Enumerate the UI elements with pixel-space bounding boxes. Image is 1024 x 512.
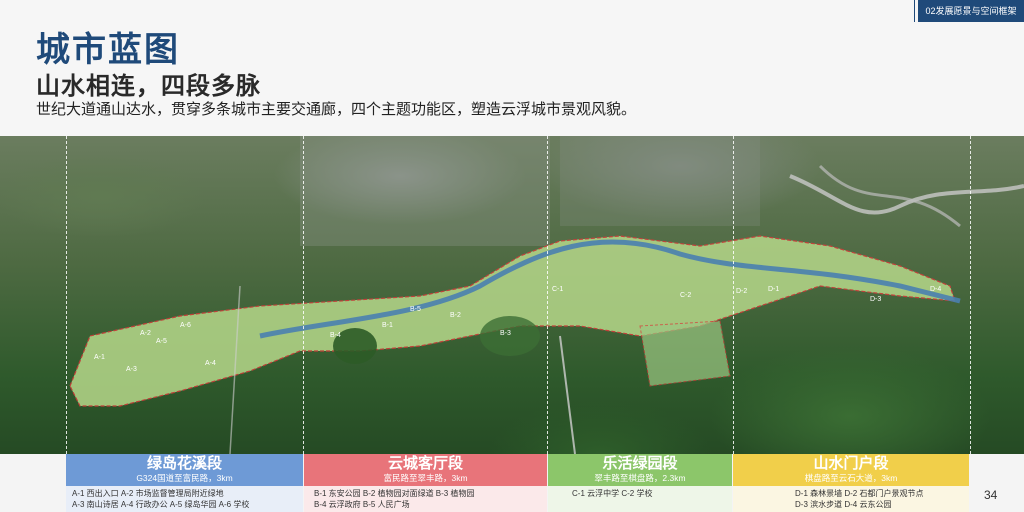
- segment-name: 乐活绿园段: [602, 455, 678, 472]
- header: 02发展愿景与空间框架 城市蓝图 山水相连，四段多脉 世纪大道通山达水，贯穿多条…: [0, 0, 1024, 136]
- segment-name: 云城客厅段: [387, 455, 463, 472]
- segment-header-4: 山水门户段 棋盘路至云石大道，3km: [733, 454, 969, 486]
- segment-items-1: A-1 西出入口 A-2 市场监督管理局附近绿地 A-3 南山诗居 A-4 行政…: [66, 486, 303, 512]
- segment-items-line: C-1 云浮中学 C-2 学校: [572, 489, 653, 498]
- segment-items-line: B-4 云浮政府 B-5 人民广场: [314, 500, 410, 509]
- map-label-a6: A-6: [180, 322, 191, 329]
- aerial-map: A-1 A-2 A-3 A-4 A-5 A-6 B-1 B-2 B-3 B-4 …: [0, 136, 1024, 454]
- segment-items-line: D-3 滨水步道 D-4 云东公园: [795, 500, 892, 509]
- segment-route: 富民路至翠丰路，3km: [383, 473, 468, 483]
- map-label-d4: D-4: [930, 286, 942, 293]
- map-label-a4: A-4: [205, 360, 216, 367]
- page-subtitle: 山水相连，四段多脉: [36, 73, 261, 100]
- segment-route: G324国道至富民路，3km: [136, 473, 233, 483]
- segment-items-line: D-1 森林景墙 D-2 石都门户景观节点: [795, 489, 924, 498]
- segment-route: 翠丰路至棋盘路，2.3km: [594, 473, 686, 483]
- map-overlay: [69, 136, 1024, 454]
- segment-items-2: B-1 东安公园 B-2 植物园对面绿道 B-3 植物园 B-4 云浮政府 B-…: [304, 486, 547, 512]
- segment-items-line: A-1 西出入口 A-2 市场监督管理局附近绿地: [72, 489, 224, 498]
- segment-divider: [547, 136, 548, 454]
- segment-divider: [303, 136, 304, 454]
- segment-name: 绿岛花溪段: [146, 455, 222, 472]
- segment-items-3: C-1 云浮中学 C-2 学校: [548, 486, 732, 512]
- map-label-a3: A-3: [126, 366, 137, 373]
- map-label-d2: D-2: [736, 288, 748, 295]
- map-label-d3: D-3: [870, 296, 882, 303]
- urban-area: [300, 136, 550, 246]
- road: [559, 335, 576, 454]
- map-label-d1: D-1: [768, 286, 780, 293]
- urban-area: [560, 136, 760, 226]
- segment-items-4: D-1 森林景墙 D-2 石都门户景观节点 D-3 滨水步道 D-4 云东公园: [733, 486, 969, 512]
- segment-items-line: A-3 南山诗居 A-4 行政办公 A-5 绿岛华园 A-6 学校: [72, 500, 250, 509]
- map-label-a5: A-5: [156, 338, 167, 345]
- map-label-b4: B-4: [330, 332, 341, 339]
- map-label-b2: B-2: [450, 312, 461, 319]
- section-tab[interactable]: 02发展愿景与空间框架: [918, 0, 1024, 22]
- map-label-b3: B-3: [500, 330, 511, 337]
- segment-divider: [970, 136, 971, 454]
- map-label-a1: A-1: [94, 354, 105, 361]
- segment-divider: [733, 136, 734, 454]
- highway: [789, 174, 1024, 215]
- segment-header-3: 乐活绿园段 翠丰路至棋盘路，2.3km: [548, 454, 732, 486]
- segment-divider: [66, 136, 67, 454]
- page-description: 世纪大道通山达水，贯穿多条城市主要交通廊，四个主题功能区，塑造云浮城市景观风貌。: [36, 101, 637, 118]
- page-title: 城市蓝图: [36, 31, 180, 69]
- segment-items-line: B-1 东安公园 B-2 植物园对面绿道 B-3 植物园: [314, 489, 475, 498]
- school-area: [639, 320, 731, 387]
- map-label-b1: B-1: [382, 322, 393, 329]
- nav-divider: [914, 0, 915, 22]
- map-label-b5: B-5: [410, 306, 421, 313]
- map-label-c1: C-1: [552, 286, 564, 293]
- segment-route: 棋盘路至云石大道，3km: [804, 473, 898, 483]
- segment-header-1: 绿岛花溪段 G324国道至富民路，3km: [66, 454, 303, 486]
- map-label-a2: A-2: [140, 330, 151, 337]
- page-number: 34: [984, 488, 998, 502]
- segment-name: 山水门户段: [813, 455, 889, 472]
- segment-header-2: 云城客厅段 富民路至翠丰路，3km: [304, 454, 547, 486]
- map-label-c2: C-2: [680, 292, 692, 299]
